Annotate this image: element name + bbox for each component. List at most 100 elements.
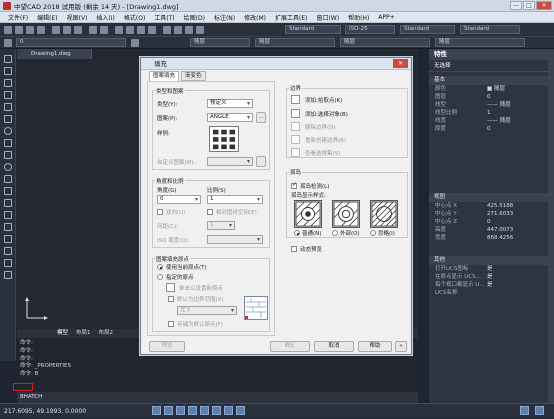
island-detection-checkbox[interactable] <box>291 181 297 189</box>
tab-model[interactable]: 模型 <box>57 329 68 338</box>
menu-window[interactable]: 窗口(W) <box>316 13 339 22</box>
menu-format[interactable]: 格式(O) <box>124 13 145 22</box>
zoom-icon[interactable] <box>126 26 134 34</box>
document-tab[interactable]: Drawing1.dwg <box>17 49 92 59</box>
property-row[interactable]: 颜色 ■ 随层 <box>429 85 548 93</box>
text-style-combo[interactable]: Standard <box>285 25 341 34</box>
click-set-origin-button[interactable] <box>166 283 175 292</box>
open-file-icon[interactable] <box>15 26 23 34</box>
properties-icon[interactable] <box>163 26 171 34</box>
hatch-icon[interactable] <box>4 223 12 231</box>
boundary-corner-dropdown[interactable]: 左下 <box>177 306 237 315</box>
island-normal-icon[interactable] <box>294 200 322 228</box>
view-selections-button[interactable]: 查看选择集(V) <box>305 149 341 157</box>
osnap-icon[interactable] <box>200 406 209 415</box>
layer-combo[interactable]: 0 <box>16 38 126 47</box>
use-current-origin-radio[interactable] <box>157 264 163 270</box>
island-ignore-icon[interactable] <box>370 200 398 228</box>
recreate-boundary-button[interactable]: 重新创建边界(R) <box>305 136 346 144</box>
multileader-style-combo[interactable]: Standard <box>460 25 520 34</box>
more-options-button[interactable]: » <box>395 341 407 352</box>
menu-express[interactable]: 扩展工具(E) <box>275 13 307 22</box>
menu-edit[interactable]: 编辑(E) <box>37 13 57 22</box>
print-icon[interactable] <box>37 26 45 34</box>
menu-dimension[interactable]: 标注(N) <box>214 13 235 22</box>
specified-origin-radio[interactable] <box>157 274 163 280</box>
add-pick-points-icon[interactable] <box>291 95 300 104</box>
grid-icon[interactable] <box>164 406 173 415</box>
command-input[interactable]: BHATCH <box>17 392 418 403</box>
lineweight-icon[interactable] <box>224 406 233 415</box>
island-ignore-radio[interactable] <box>370 230 376 236</box>
iso-pen-dropdown[interactable] <box>207 235 263 244</box>
property-row[interactable]: 线型 —— 随层 <box>429 101 548 109</box>
property-row[interactable]: 在原点显示 UCS... 是 <box>429 273 548 281</box>
design-center-icon[interactable] <box>174 26 182 34</box>
dynamic-input-icon[interactable] <box>236 406 245 415</box>
menu-help[interactable]: 帮助(H) <box>348 13 369 22</box>
spline-icon[interactable] <box>4 151 12 159</box>
paste-icon[interactable] <box>74 26 82 34</box>
ok-button[interactable]: 确定 <box>270 341 310 352</box>
palette-side-strip[interactable] <box>548 49 554 403</box>
fullscreen-icon[interactable] <box>535 406 544 415</box>
menu-file[interactable]: 文件(F) <box>8 13 28 22</box>
selection-combo[interactable]: 无选择 <box>429 60 548 72</box>
menu-modify[interactable]: 修改(M) <box>244 13 266 22</box>
add-select-objects-button[interactable]: 添加:选择对象(B) <box>305 110 348 118</box>
section-view[interactable]: 视图 <box>429 193 548 202</box>
property-row[interactable]: 打开UCS图标是 <box>429 265 548 273</box>
property-row[interactable]: 高度 447.0073 <box>429 226 548 234</box>
menu-insert[interactable]: 插入(I) <box>96 13 114 22</box>
property-row[interactable]: 中心点 Z0 <box>429 218 548 226</box>
store-default-checkbox[interactable] <box>168 321 174 327</box>
polar-icon[interactable] <box>188 406 197 415</box>
lineweight-combo[interactable]: 随层 <box>340 38 430 47</box>
settings-gear-icon[interactable] <box>520 406 529 415</box>
property-row[interactable]: 中心点 Y 271.6033 <box>429 210 548 218</box>
pattern-browse-button[interactable]: ... <box>256 112 266 123</box>
otrack-icon[interactable] <box>212 406 221 415</box>
remove-boundaries-button[interactable]: 删除边界(D) <box>305 123 336 131</box>
multiline-text-icon[interactable] <box>4 271 12 279</box>
ellipse-icon[interactable] <box>4 163 12 171</box>
preview-button[interactable]: 预览 <box>149 341 185 352</box>
make-current-layer-icon[interactable] <box>131 39 139 47</box>
snap-icon[interactable] <box>152 406 161 415</box>
point-icon[interactable] <box>4 211 12 219</box>
spacing-input[interactable]: 1 <box>207 221 235 230</box>
close-window-button[interactable]: ✕ <box>536 1 552 10</box>
cancel-button[interactable]: 取消 <box>314 341 354 352</box>
dim-style-combo[interactable]: ISO-25 <box>345 25 395 34</box>
property-row[interactable]: 图层 0 <box>429 93 548 101</box>
section-misc[interactable]: 其他 <box>429 256 548 265</box>
help-button[interactable]: 帮助 <box>358 341 392 352</box>
pattern-dropdown[interactable]: ANGLE <box>207 113 253 122</box>
pattern-sample-swatch[interactable] <box>209 126 239 152</box>
region-icon[interactable] <box>4 247 12 255</box>
dynamic-preview-checkbox[interactable] <box>291 246 297 252</box>
add-pick-points-button[interactable]: 添加:拾取点(K) <box>305 96 342 104</box>
revision-cloud-icon[interactable] <box>4 139 12 147</box>
cut-icon[interactable] <box>52 26 60 34</box>
island-outer-icon[interactable] <box>332 200 360 228</box>
calculator-icon[interactable] <box>196 26 204 34</box>
line-icon[interactable] <box>4 55 12 63</box>
menu-app[interactable]: APP+ <box>378 14 394 21</box>
scale-dropdown[interactable]: 1 <box>207 195 263 204</box>
tab-layout1[interactable]: 布局1 <box>76 329 91 338</box>
save-icon[interactable] <box>26 26 34 34</box>
recreate-boundary-icon[interactable] <box>291 135 300 144</box>
default-boundary-checkbox[interactable] <box>168 296 174 302</box>
custom-pattern-dropdown[interactable] <box>207 157 253 166</box>
island-normal-radio[interactable] <box>294 230 300 236</box>
remove-boundaries-icon[interactable] <box>291 122 300 131</box>
rectangle-icon[interactable] <box>4 103 12 111</box>
property-row[interactable]: UCS名称 <box>429 289 548 297</box>
tab-layout2[interactable]: 布局2 <box>99 329 114 338</box>
redo-icon[interactable] <box>100 26 108 34</box>
property-row[interactable]: 线型比例 1 <box>429 109 548 117</box>
minimize-button[interactable]: — <box>510 1 522 10</box>
tool-palette-icon[interactable] <box>185 26 193 34</box>
double-checkbox[interactable] <box>157 209 163 215</box>
